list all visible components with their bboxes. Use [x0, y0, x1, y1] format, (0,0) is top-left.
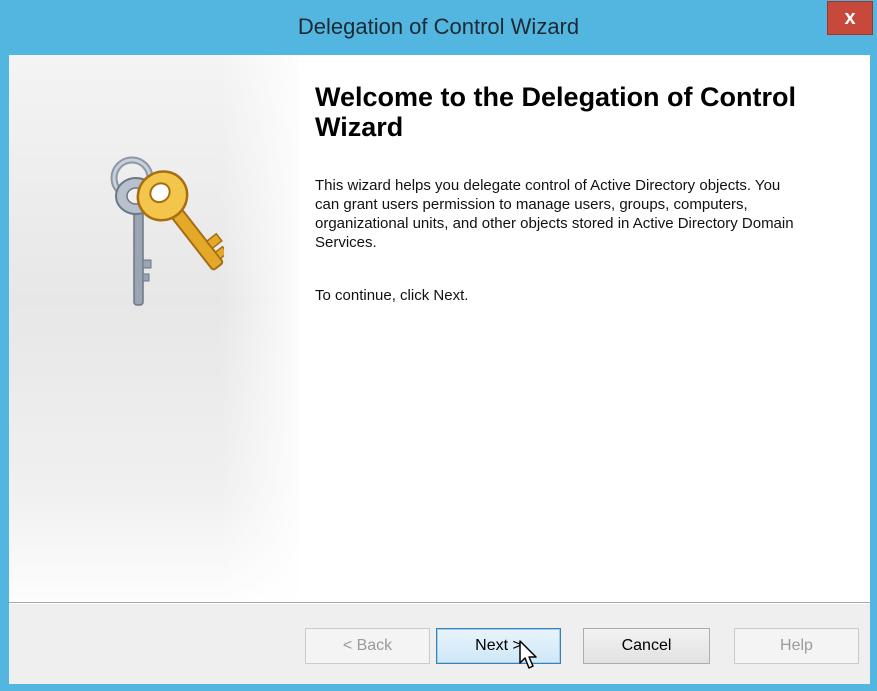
- continue-instruction: To continue, click Next.: [315, 287, 469, 304]
- close-button[interactable]: x: [827, 1, 873, 35]
- button-bar: < Back Next > Cancel Help: [9, 604, 870, 684]
- banner-fade: [219, 55, 299, 600]
- page-title: Welcome to the Delegation of Control Wiz…: [315, 82, 797, 142]
- next-button[interactable]: Next >: [436, 628, 561, 664]
- wizard-banner: [9, 55, 299, 600]
- wizard-window: Delegation of Control Wizard x Welcome t…: [0, 0, 877, 691]
- wizard-body: Welcome to the Delegation of Control Wiz…: [9, 55, 870, 684]
- cancel-button[interactable]: Cancel: [583, 628, 710, 664]
- wizard-description: This wizard helps you delegate control o…: [315, 177, 794, 251]
- mouse-cursor-icon: [519, 640, 537, 669]
- title-bar[interactable]: Delegation of Control Wizard x: [0, 0, 877, 55]
- back-button[interactable]: < Back: [305, 628, 430, 664]
- keys-icon: [110, 156, 224, 306]
- help-button[interactable]: Help: [734, 628, 859, 664]
- window-title: Delegation of Control Wizard: [297, 14, 580, 39]
